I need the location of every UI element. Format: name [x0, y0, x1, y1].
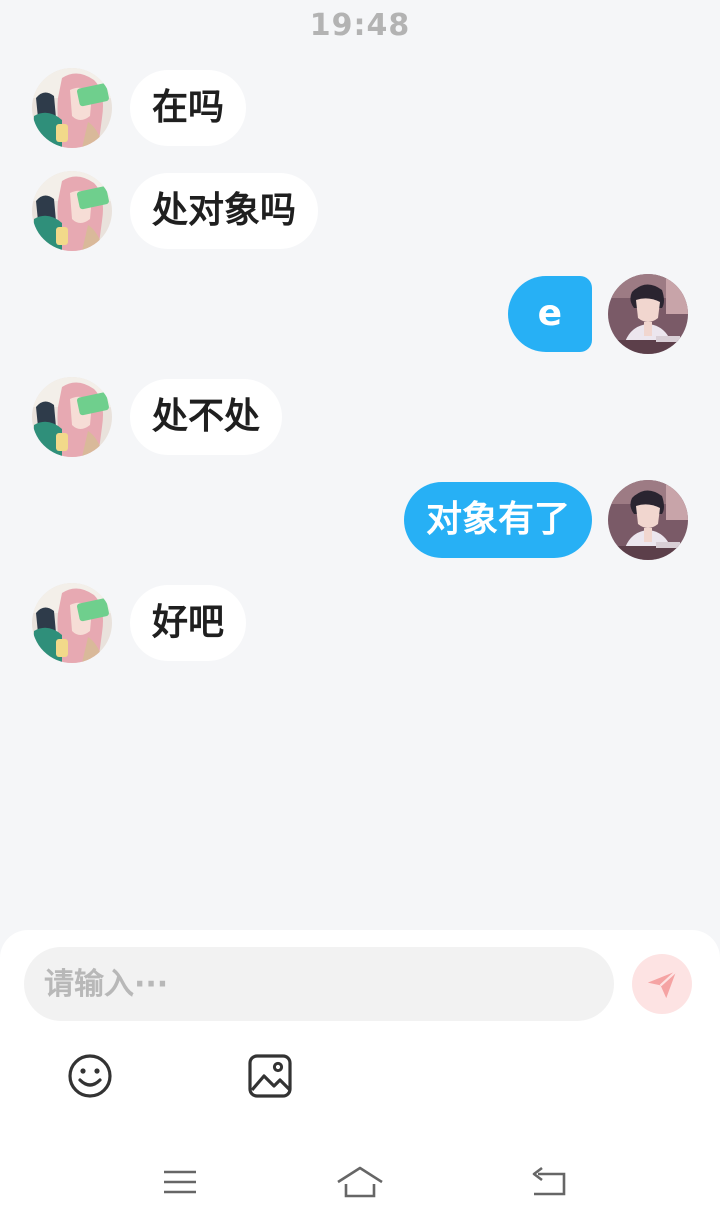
message-row-incoming: 处对象吗 [0, 171, 720, 253]
menu-icon [164, 1170, 196, 1194]
message-input[interactable] [24, 947, 614, 1021]
my-avatar[interactable] [608, 480, 688, 560]
message-row-incoming: 处不处 [0, 377, 720, 459]
nav-home-button[interactable] [336, 1162, 384, 1202]
chat-screen: 19:48 在吗 处对象吗 e 处不处 对象有了 好吧 请输入··· [0, 0, 720, 1224]
nav-back-button[interactable] [526, 1162, 574, 1202]
emoji-button[interactable] [64, 1050, 116, 1102]
message-bubble-incoming[interactable]: 处对象吗 [130, 173, 319, 249]
message-row-incoming: 在吗 [0, 68, 720, 150]
message-bubble-incoming[interactable]: 在吗 [130, 70, 247, 146]
send-button[interactable] [632, 954, 692, 1014]
system-nav-bar [0, 1150, 720, 1224]
image-icon [248, 1054, 292, 1098]
contact-avatar[interactable] [32, 68, 112, 148]
smiley-icon [68, 1054, 112, 1098]
message-row-outgoing: e [0, 274, 720, 356]
contact-avatar[interactable] [32, 171, 112, 251]
message-row-incoming: 好吧 [0, 583, 720, 665]
message-row-outgoing: 对象有了 [0, 480, 720, 562]
message-bubble-outgoing[interactable]: 对象有了 [403, 482, 592, 558]
paper-plane-icon [647, 970, 677, 999]
contact-avatar[interactable] [32, 377, 112, 457]
home-icon [337, 1166, 383, 1198]
back-icon [532, 1166, 566, 1196]
message-bubble-incoming[interactable]: 好吧 [130, 585, 247, 661]
message-bubble-incoming[interactable]: 处不处 [130, 379, 283, 455]
image-button[interactable] [244, 1050, 296, 1102]
contact-avatar[interactable] [32, 583, 112, 663]
nav-menu-button[interactable] [156, 1162, 204, 1202]
my-avatar[interactable] [608, 274, 688, 354]
message-bubble-outgoing[interactable]: e [507, 276, 592, 352]
status-time: 19:48 [309, 8, 411, 43]
